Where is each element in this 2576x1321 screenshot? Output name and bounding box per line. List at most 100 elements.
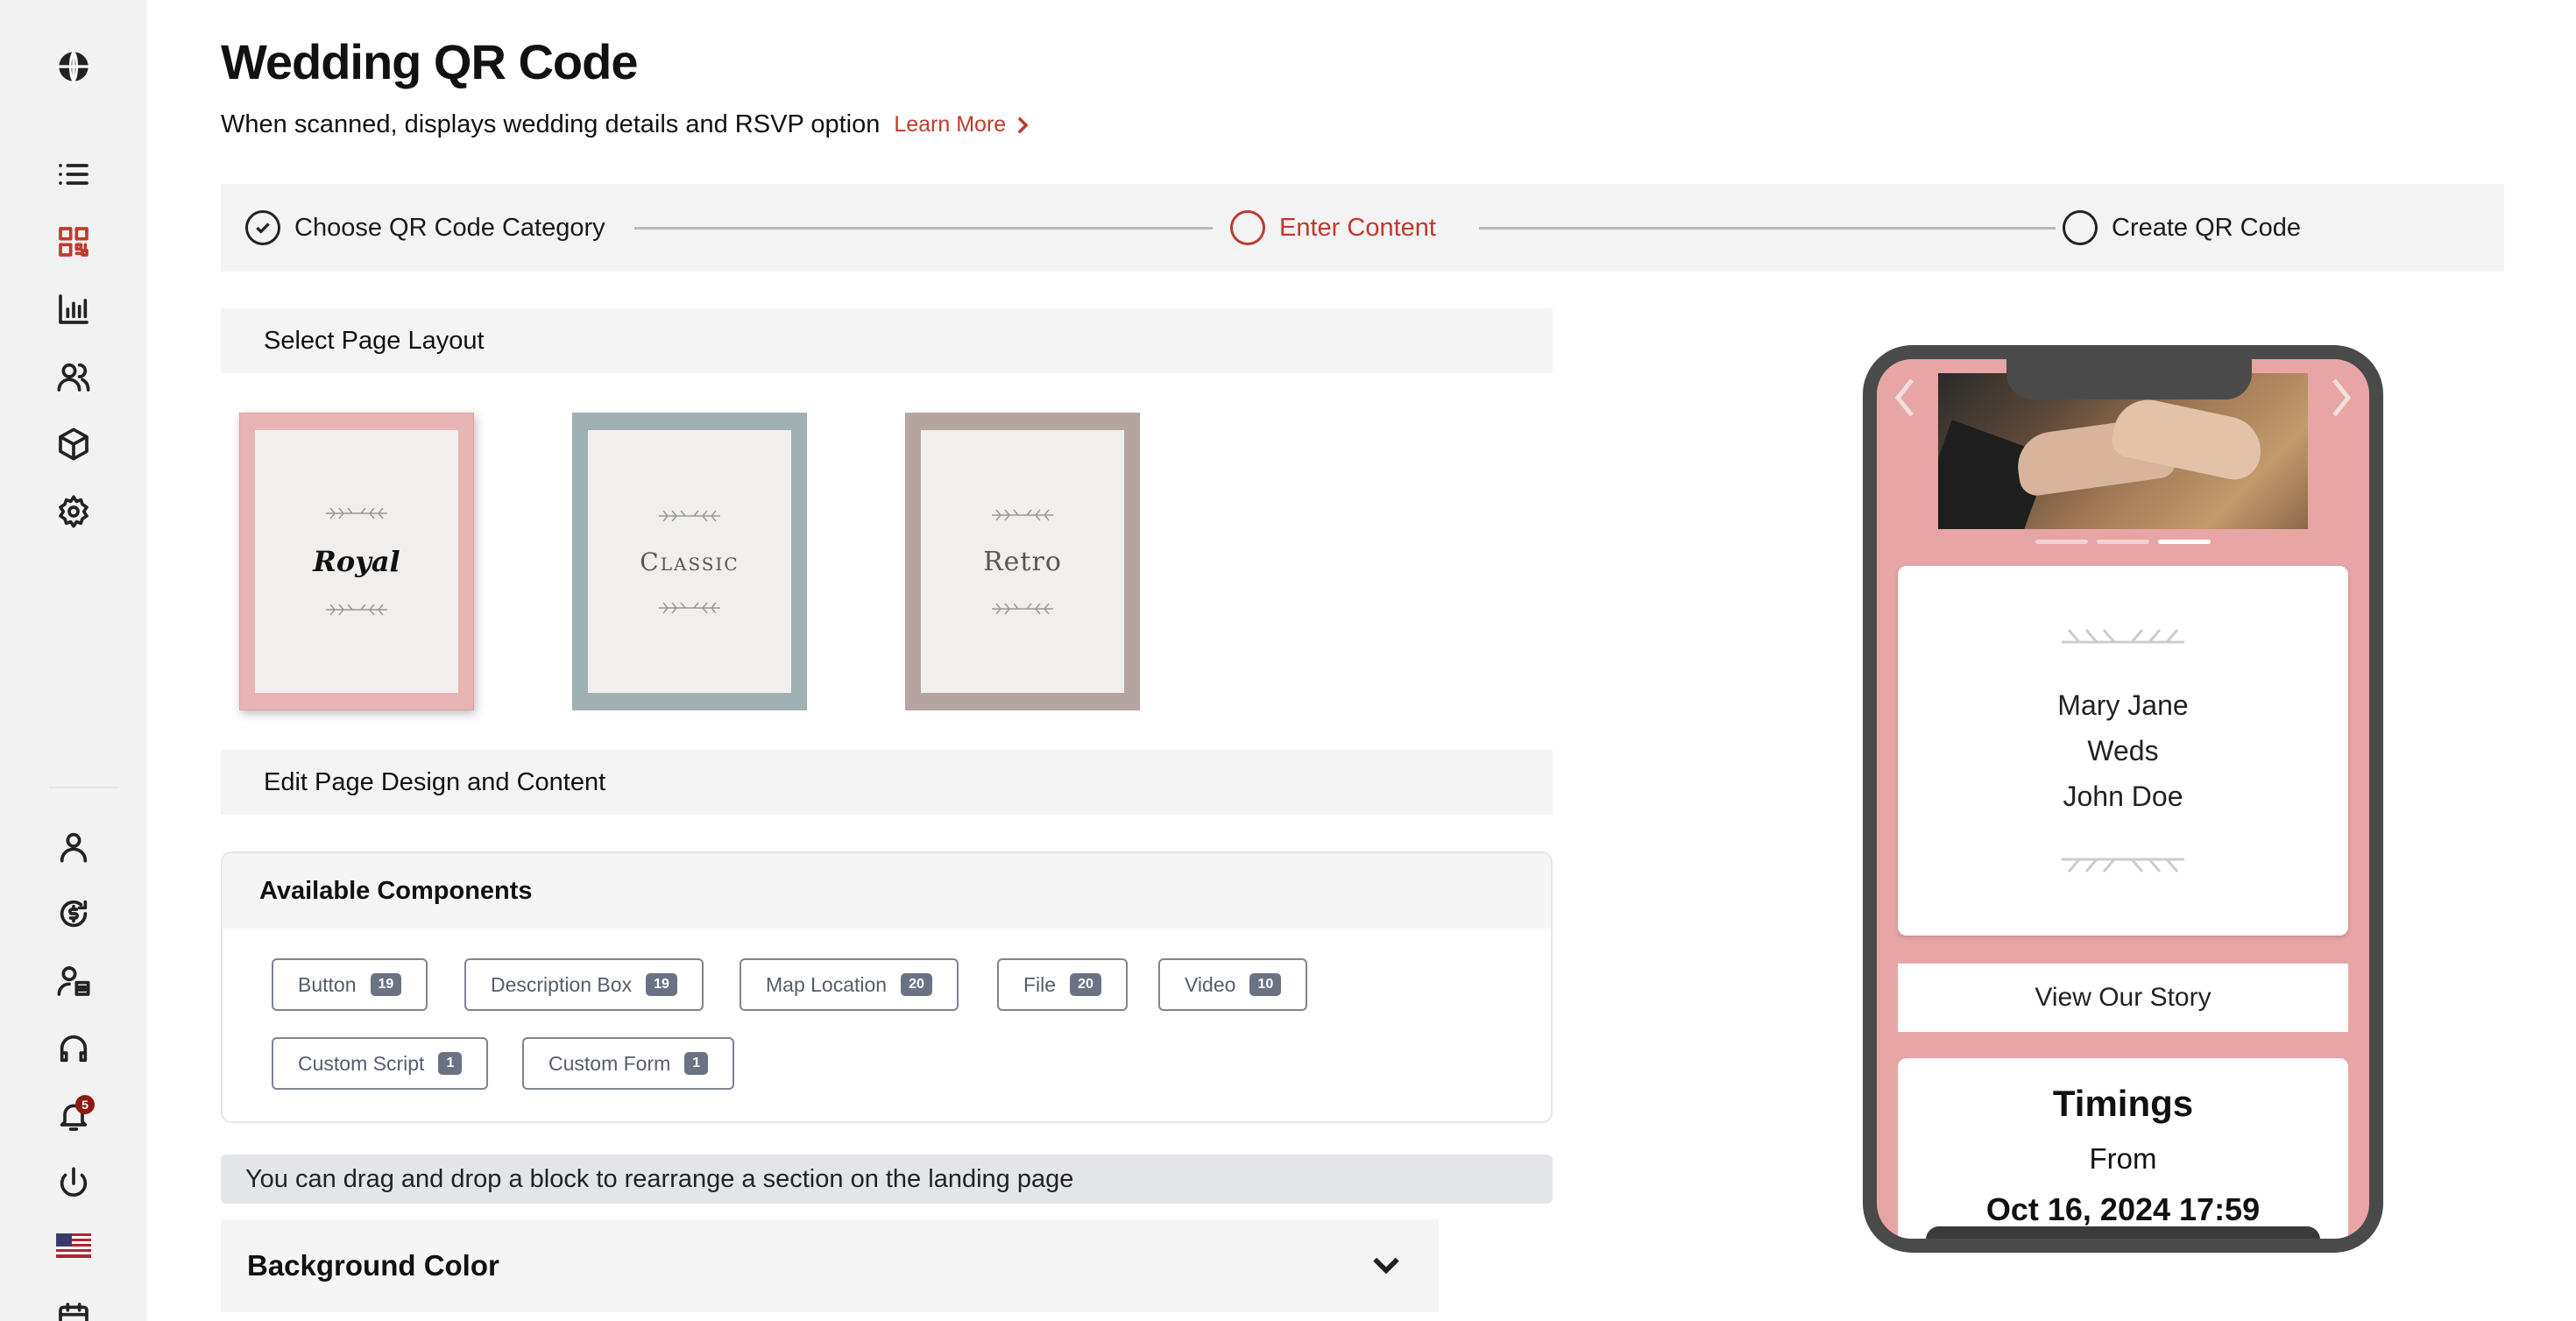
- bell-icon[interactable]: 5: [51, 1093, 96, 1139]
- leaf-ornament-icon: [992, 603, 1053, 614]
- drag-drop-hint: You can drag and drop a block to rearran…: [221, 1155, 1553, 1204]
- select-layout-header: Select Page Layout: [221, 308, 1553, 373]
- layout-preview: Retro: [921, 430, 1124, 693]
- timings-card: Timings From Oct 16, 2024 17:59: [1898, 1058, 2348, 1239]
- step-connector: [634, 227, 1213, 230]
- carousel-dot-active[interactable]: [2158, 540, 2211, 544]
- check-circle-icon: [245, 210, 280, 245]
- step-connector: [1479, 227, 2056, 230]
- chip-label: Map Location: [766, 972, 888, 996]
- headset-icon[interactable]: [51, 1026, 96, 1071]
- bride-name: Mary Jane: [2057, 689, 2189, 721]
- chip-label: Custom Script: [298, 1051, 425, 1075]
- page-subtitle: When scanned, displays wedding details a…: [221, 110, 1030, 139]
- home-indicator: [1926, 1226, 2320, 1239]
- accordion-title: Background Color: [247, 1249, 499, 1282]
- chip-label: Video: [1185, 972, 1236, 996]
- component-custom-script[interactable]: Custom Script 1: [272, 1037, 489, 1090]
- chip-count: 20: [901, 973, 932, 996]
- leaf-ornament-icon: [2062, 629, 2184, 644]
- phone-notch: [2006, 359, 2252, 399]
- sidebar: 5: [0, 0, 147, 1321]
- qr-code-icon[interactable]: [51, 219, 96, 265]
- chip-count: 10: [1249, 973, 1282, 996]
- chip-count: 19: [370, 973, 402, 996]
- layout-card-royal[interactable]: Royal: [239, 413, 474, 710]
- component-button[interactable]: Button 19: [272, 958, 428, 1011]
- chevron-left-icon[interactable]: [1894, 377, 1915, 419]
- user-icon[interactable]: [51, 823, 96, 869]
- users-icon[interactable]: [51, 354, 96, 399]
- view-story-button[interactable]: View Our Story: [1898, 964, 2348, 1032]
- background-color-accordion[interactable]: Background Color: [221, 1219, 1439, 1312]
- us-flag-icon[interactable]: [56, 1233, 91, 1258]
- step-label: Enter Content: [1279, 213, 1436, 242]
- calendar-icon[interactable]: [51, 1295, 96, 1321]
- notification-badge: 5: [75, 1095, 95, 1114]
- learn-more-link[interactable]: Learn More: [894, 112, 1030, 138]
- chip-count: 19: [646, 973, 677, 996]
- components-title: Available Components: [223, 853, 1551, 929]
- chevron-right-icon: [1017, 117, 1029, 133]
- bar-chart-icon[interactable]: [51, 286, 96, 332]
- layout-name: Royal: [313, 545, 400, 578]
- step-label: Create QR Code: [2112, 213, 2301, 242]
- component-description-box[interactable]: Description Box 19: [464, 958, 704, 1011]
- couple-names: Mary Jane Weds John Doe: [2057, 682, 2188, 819]
- layout-preview: Royal: [255, 430, 458, 693]
- component-video[interactable]: Video 10: [1158, 958, 1308, 1011]
- user-card-icon[interactable]: [51, 958, 96, 1004]
- leaf-ornament-icon: [659, 510, 720, 521]
- step-choose-category[interactable]: Choose QR Code Category: [245, 184, 605, 272]
- chevron-right-icon[interactable]: [2331, 377, 2352, 419]
- groom-name: John Doe: [2063, 781, 2183, 812]
- component-file[interactable]: File 20: [997, 958, 1128, 1011]
- edit-design-header: Edit Page Design and Content: [221, 750, 1553, 815]
- circle-icon: [2063, 210, 2098, 245]
- chip-count: 20: [1070, 973, 1101, 996]
- globe-icon[interactable]: [51, 44, 96, 89]
- power-icon[interactable]: [51, 1161, 96, 1206]
- chip-label: File: [1023, 972, 1057, 996]
- billing-icon[interactable]: [51, 891, 96, 936]
- step-label: Choose QR Code Category: [294, 213, 605, 242]
- step-create-qr[interactable]: Create QR Code: [2063, 184, 2301, 272]
- leaf-ornament-icon: [326, 604, 387, 616]
- leaf-ornament-icon: [659, 602, 720, 613]
- circle-icon: [1230, 210, 1265, 245]
- carousel-dots[interactable]: [1877, 540, 2369, 544]
- carousel-dot[interactable]: [2035, 540, 2088, 544]
- layout-card-classic[interactable]: Classic: [572, 413, 807, 710]
- chip-count: 1: [684, 1052, 709, 1075]
- component-custom-form[interactable]: Custom Form 1: [522, 1037, 735, 1090]
- box-icon[interactable]: [51, 421, 96, 467]
- component-map-location[interactable]: Map Location 20: [740, 958, 959, 1011]
- gear-icon[interactable]: [51, 489, 96, 534]
- learn-more-label: Learn More: [894, 112, 1007, 137]
- chip-label: Description Box: [491, 972, 633, 996]
- layout-name: Classic: [640, 547, 740, 576]
- chip-count: 1: [438, 1052, 463, 1075]
- page-title: Wedding QR Code: [221, 34, 638, 89]
- carousel-dot[interactable]: [2097, 540, 2149, 544]
- layout-preview: Classic: [588, 430, 791, 693]
- leaf-ornament-icon: [326, 507, 387, 519]
- chevron-down-icon: [1373, 1257, 1399, 1275]
- from-date: Oct 16, 2024 17:59: [1985, 1191, 2261, 1227]
- sidebar-divider: [49, 787, 119, 788]
- section-title: Edit Page Design and Content: [264, 767, 606, 796]
- leaf-ornament-icon: [2062, 858, 2184, 872]
- subtitle-text: When scanned, displays wedding details a…: [221, 110, 881, 138]
- layout-card-retro[interactable]: Retro: [905, 413, 1140, 710]
- timings-title: Timings: [2052, 1083, 2194, 1124]
- available-components-panel: Available Components Button 19 Descripti…: [221, 851, 1553, 1123]
- from-label: From: [2089, 1142, 2157, 1175]
- phone-preview: Mary Jane Weds John Doe View Our Story T…: [1863, 345, 2383, 1253]
- section-title: Select Page Layout: [264, 326, 485, 355]
- progress-stepper: Choose QR Code Category Enter Content Cr…: [221, 184, 2504, 272]
- list-icon[interactable]: [51, 152, 96, 197]
- step-enter-content[interactable]: Enter Content: [1230, 184, 1436, 272]
- weds-text: Weds: [2087, 735, 2159, 766]
- leaf-ornament-icon: [992, 509, 1053, 520]
- chip-label: Button: [298, 972, 357, 996]
